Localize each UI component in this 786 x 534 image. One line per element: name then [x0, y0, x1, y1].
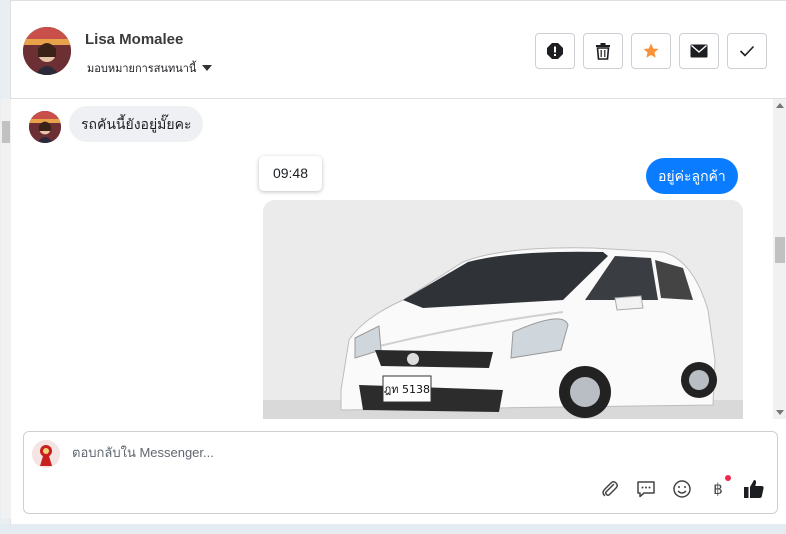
header-actions [535, 33, 767, 69]
contact-avatar[interactable] [23, 27, 71, 75]
chat-bubble-icon [637, 481, 655, 498]
sender-avatar [29, 111, 61, 143]
incoming-message[interactable]: รถคันนี้ยังอยู่มั๊ยคะ [69, 106, 204, 142]
assign-conversation-dropdown[interactable]: มอบหมายการสนทนานี้ [87, 59, 213, 77]
envelope-icon [690, 44, 708, 58]
caret-down-icon [202, 65, 213, 71]
thread-scrollbar-thumb[interactable] [775, 237, 785, 263]
assign-label: มอบหมายการสนทนานี้ [87, 63, 197, 75]
scroll-up-icon[interactable] [776, 103, 784, 108]
check-icon [739, 45, 755, 57]
conversation-panel: Lisa Momalee มอบหมายการสนทนานี้ รถคันนี้… [1, 0, 786, 524]
scroll-down-icon[interactable] [776, 410, 784, 415]
like-button[interactable] [743, 478, 765, 500]
thread-scrollbar[interactable] [773, 99, 786, 419]
payment-button[interactable]: ฿ [707, 475, 731, 500]
composer-tools: ฿ [599, 475, 765, 500]
mark-done-button[interactable] [727, 33, 767, 69]
emoji-icon [673, 480, 691, 498]
mark-spam-button[interactable] [535, 33, 575, 69]
timestamp-tooltip: 09:48 [259, 156, 322, 191]
mark-unread-button[interactable] [679, 33, 719, 69]
window-bottom-strip [0, 524, 786, 534]
page-avatar [32, 440, 60, 468]
star-button[interactable] [631, 33, 671, 69]
spam-icon [547, 43, 563, 59]
conversation-header: Lisa Momalee มอบหมายการสนทนานี้ [11, 1, 786, 99]
saved-replies-button[interactable] [635, 478, 657, 500]
left-scrollbar[interactable] [1, 99, 11, 519]
reply-input[interactable] [72, 445, 712, 460]
thumbs-up-icon [744, 480, 764, 498]
paperclip-icon [602, 481, 618, 497]
message-thread: รถคันนี้ยังอยู่มั๊ยคะ 09:48 อยู่ค่ะลูกค้… [11, 99, 771, 419]
license-plate: ฎท 5138 [384, 383, 430, 396]
emoji-button[interactable] [671, 478, 693, 500]
car-photo[interactable]: ฎท 5138 [263, 200, 743, 419]
notification-dot [725, 475, 731, 481]
trash-icon [596, 43, 610, 60]
reply-composer: ฿ [23, 431, 778, 514]
attach-button[interactable] [599, 478, 621, 500]
left-scrollbar-thumb[interactable] [2, 121, 10, 143]
delete-button[interactable] [583, 33, 623, 69]
outgoing-message[interactable]: อยู่ค่ะลูกค้า [646, 158, 738, 194]
star-icon [643, 43, 659, 58]
baht-icon: ฿ [713, 481, 723, 498]
contact-name[interactable]: Lisa Momalee [85, 31, 183, 48]
